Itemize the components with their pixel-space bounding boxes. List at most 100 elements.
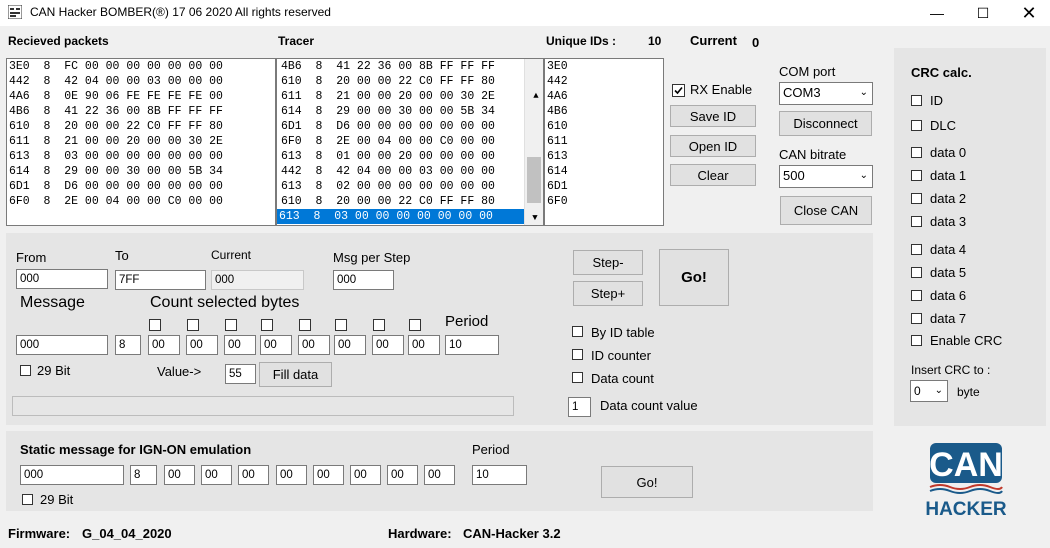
scroll-thumb[interactable] <box>527 157 541 203</box>
bit29-checkbox[interactable] <box>20 365 31 376</box>
maximize-icon[interactable]: ☐ <box>960 0 1006 26</box>
dlc-input[interactable]: 8 <box>115 335 141 355</box>
byte-select-checkbox[interactable] <box>225 319 237 331</box>
data-byte-input[interactable]: 00 <box>148 335 180 355</box>
byte-select-checkbox[interactable] <box>335 319 347 331</box>
data-count-value-input[interactable]: 1 <box>568 397 591 417</box>
static-period-input[interactable]: 10 <box>472 465 527 485</box>
byte-select-checkbox[interactable] <box>409 319 421 331</box>
tracer-row[interactable]: 611 8 21 00 00 20 00 00 30 2E <box>279 89 527 104</box>
com-port-select[interactable]: COM3 ⌄ <box>779 82 873 105</box>
static-byte-input[interactable]: 00 <box>387 465 418 485</box>
crc-checkbox[interactable] <box>911 335 922 346</box>
crc-checkbox[interactable] <box>911 170 922 181</box>
unique-ids-list[interactable]: 3E0 442 4A6 4B6 610 611 613 614 6D1 6F0 <box>544 58 664 226</box>
crc-checkbox[interactable] <box>911 120 922 131</box>
received-row[interactable]: 3E0 8 FC 00 00 00 00 00 00 00 <box>7 59 275 74</box>
insert-crc-select[interactable]: 0 ⌄ <box>910 380 948 402</box>
tracer-scrollbar[interactable]: ▲ ▼ <box>524 59 543 225</box>
value-input[interactable]: 55 <box>225 364 256 384</box>
step-plus-button[interactable]: Step+ <box>573 281 643 306</box>
data-byte-input[interactable]: 00 <box>408 335 440 355</box>
bomber-go-button[interactable]: Go! <box>659 249 729 306</box>
static-byte-input[interactable]: 00 <box>276 465 307 485</box>
static-go-button[interactable]: Go! <box>601 466 693 498</box>
received-row[interactable]: 442 8 42 04 00 00 03 00 00 00 <box>7 74 275 89</box>
byte-select-checkbox[interactable] <box>187 319 199 331</box>
id-counter-checkbox[interactable] <box>572 349 583 360</box>
save-id-button[interactable]: Save ID <box>670 105 756 127</box>
data-byte-input[interactable]: 00 <box>298 335 330 355</box>
scroll-down-icon[interactable]: ▼ <box>525 211 543 225</box>
crc-checkbox[interactable] <box>911 216 922 227</box>
unique-id-row[interactable]: 4B6 <box>545 104 663 119</box>
scroll-up-icon[interactable]: ▲ <box>527 89 543 103</box>
disconnect-button[interactable]: Disconnect <box>779 111 872 136</box>
received-row[interactable]: 4A6 8 0E 90 06 FE FE FE FE 00 <box>7 89 275 104</box>
crc-checkbox[interactable] <box>911 290 922 301</box>
static-dlc-input[interactable]: 8 <box>130 465 157 485</box>
data-byte-input[interactable]: 00 <box>260 335 292 355</box>
static-byte-input[interactable]: 00 <box>424 465 455 485</box>
crc-checkbox[interactable] <box>911 147 922 158</box>
unique-id-row[interactable]: 3E0 <box>545 59 663 74</box>
can-bitrate-select[interactable]: 500 ⌄ <box>779 165 873 188</box>
received-row[interactable]: 614 8 29 00 00 30 00 00 5B 34 <box>7 164 275 179</box>
byte-select-checkbox[interactable] <box>373 319 385 331</box>
static-bit29-checkbox[interactable] <box>22 494 33 505</box>
tracer-row[interactable]: 610 8 20 00 00 22 C0 FF FF 80 <box>279 194 527 209</box>
msg-per-step-input[interactable]: 000 <box>333 270 394 290</box>
unique-id-row[interactable]: 614 <box>545 164 663 179</box>
to-input[interactable]: 7FF <box>115 270 206 290</box>
static-byte-input[interactable]: 00 <box>238 465 269 485</box>
tracer-row[interactable]: 6F0 8 2E 00 04 00 00 C0 00 00 <box>279 134 527 149</box>
received-row[interactable]: 6D1 8 D6 00 00 00 00 00 00 00 <box>7 179 275 194</box>
crc-checkbox[interactable] <box>911 267 922 278</box>
rx-enable-checkbox[interactable] <box>672 84 685 97</box>
received-row[interactable]: 610 8 20 00 00 22 C0 FF FF 80 <box>7 119 275 134</box>
data-byte-input[interactable]: 00 <box>334 335 366 355</box>
unique-id-row[interactable]: 4A6 <box>545 89 663 104</box>
data-byte-input[interactable]: 00 <box>372 335 404 355</box>
step-minus-button[interactable]: Step- <box>573 250 643 275</box>
byte-select-checkbox[interactable] <box>149 319 161 331</box>
close-icon[interactable]: ✕ <box>1006 0 1050 26</box>
from-input[interactable]: 000 <box>16 269 108 289</box>
open-id-button[interactable]: Open ID <box>670 135 756 157</box>
unique-id-row[interactable]: 613 <box>545 149 663 164</box>
tracer-row[interactable]: 613 8 01 00 00 20 00 00 00 00 <box>279 149 527 164</box>
by-id-table-checkbox[interactable] <box>572 326 583 337</box>
received-row[interactable]: 4B6 8 41 22 36 00 8B FF FF FF <box>7 104 275 119</box>
crc-checkbox[interactable] <box>911 313 922 324</box>
close-can-button[interactable]: Close CAN <box>780 196 872 225</box>
static-byte-input[interactable]: 00 <box>201 465 232 485</box>
tracer-row[interactable]: 614 8 29 00 00 30 00 00 5B 34 <box>279 104 527 119</box>
received-row[interactable]: 611 8 21 00 00 20 00 00 30 2E <box>7 134 275 149</box>
crc-checkbox[interactable] <box>911 95 922 106</box>
received-list[interactable]: 3E0 8 FC 00 00 00 00 00 00 00 442 8 42 04… <box>6 58 276 226</box>
static-byte-input[interactable]: 00 <box>313 465 344 485</box>
message-id-input[interactable]: 000 <box>16 335 108 355</box>
data-byte-input[interactable]: 00 <box>224 335 256 355</box>
crc-checkbox[interactable] <box>911 193 922 204</box>
tracer-row[interactable]: 442 8 42 04 00 00 03 00 00 00 <box>279 164 527 179</box>
received-row[interactable]: 613 8 03 00 00 00 00 00 00 00 <box>7 149 275 164</box>
fill-data-button[interactable]: Fill data <box>259 362 332 387</box>
minimize-icon[interactable]: — <box>914 0 960 26</box>
data-byte-input[interactable]: 00 <box>186 335 218 355</box>
unique-id-row[interactable]: 610 <box>545 119 663 134</box>
tracer-list[interactable]: 4B6 8 41 22 36 00 8B FF FF FF 610 8 20 00… <box>276 58 544 226</box>
unique-id-row[interactable]: 442 <box>545 74 663 89</box>
tracer-row[interactable]: 613 8 02 00 00 00 00 00 00 00 <box>279 179 527 194</box>
crc-checkbox[interactable] <box>911 244 922 255</box>
byte-select-checkbox[interactable] <box>261 319 273 331</box>
tracer-selected-row[interactable]: 613 8 03 00 00 00 00 00 00 00 <box>277 209 525 224</box>
unique-id-row[interactable]: 6D1 <box>545 179 663 194</box>
unique-id-row[interactable]: 6F0 <box>545 194 663 209</box>
period-input[interactable]: 10 <box>445 335 499 355</box>
tracer-row[interactable]: 610 8 20 00 00 22 C0 FF FF 80 <box>279 74 527 89</box>
tracer-row[interactable]: 6D1 8 D6 00 00 00 00 00 00 00 <box>279 119 527 134</box>
byte-select-checkbox[interactable] <box>299 319 311 331</box>
data-count-checkbox[interactable] <box>572 372 583 383</box>
unique-id-row[interactable]: 611 <box>545 134 663 149</box>
